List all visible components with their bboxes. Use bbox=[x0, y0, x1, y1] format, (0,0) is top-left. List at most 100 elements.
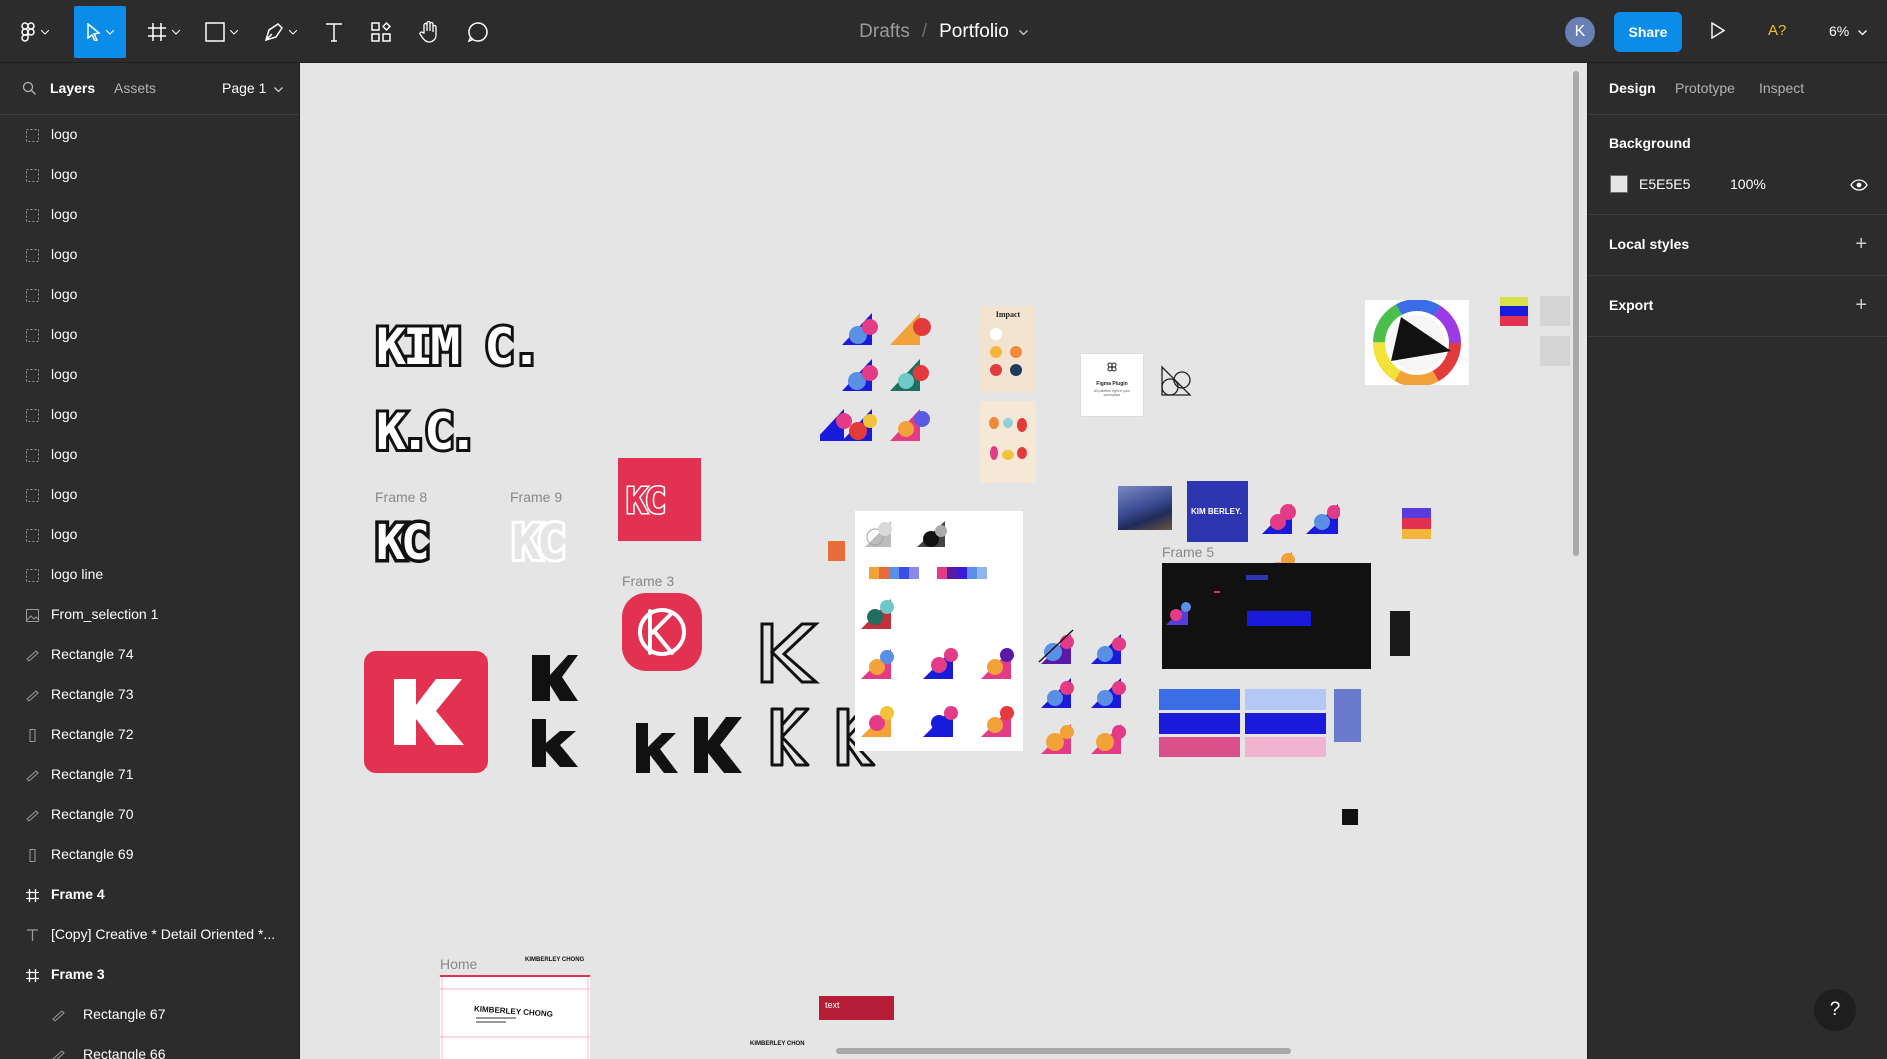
small-black-square[interactable] bbox=[1342, 809, 1358, 825]
logo-kc-dots[interactable]: K.C. bbox=[373, 398, 524, 468]
logo-kc-frame8[interactable]: KC bbox=[373, 512, 464, 575]
blob-palette-card[interactable] bbox=[980, 401, 1036, 483]
background-hex-input[interactable]: E5E5E5 bbox=[1639, 176, 1690, 192]
layer-row[interactable]: Rectangle 69 bbox=[0, 835, 299, 875]
text-tool-button[interactable] bbox=[318, 6, 350, 58]
impact-palette-card[interactable]: Impact bbox=[980, 306, 1036, 392]
chevron-down-icon[interactable] bbox=[1018, 25, 1028, 39]
layer-row[interactable]: logo line bbox=[0, 555, 299, 595]
file-name[interactable]: Portfolio bbox=[939, 21, 1009, 43]
layer-row[interactable]: Frame 4 bbox=[0, 875, 299, 915]
layer-row[interactable]: From_selection 1 bbox=[0, 595, 299, 635]
hand-tool-button[interactable] bbox=[413, 6, 445, 58]
frame-3-label[interactable]: Frame 3 bbox=[622, 573, 674, 589]
search-icon[interactable] bbox=[22, 81, 37, 101]
logo-kim-c[interactable]: KIM C. bbox=[373, 313, 584, 383]
tab-design[interactable]: Design bbox=[1609, 80, 1656, 96]
design-canvas[interactable]: KIM C. K.C. Frame 8 Frame 9 KC KC KC Fra bbox=[300, 63, 1587, 1059]
layer-row[interactable]: logo bbox=[0, 275, 299, 315]
swatch-blue-pale[interactable] bbox=[1245, 689, 1326, 710]
export-section[interactable]: Export + bbox=[1588, 276, 1887, 337]
user-avatar[interactable]: K bbox=[1565, 17, 1595, 47]
present-button[interactable] bbox=[1711, 21, 1726, 44]
palette-shape-icons-grid[interactable] bbox=[820, 303, 960, 453]
layer-row[interactable]: Rectangle 72 bbox=[0, 715, 299, 755]
logo-k-rounded-red[interactable] bbox=[622, 593, 702, 671]
layer-row[interactable]: Frame 3 bbox=[0, 955, 299, 995]
logo-kc-frame9[interactable]: KC bbox=[509, 512, 600, 574]
add-export-plus-icon[interactable]: + bbox=[1855, 295, 1867, 315]
swatch-blue-dark-2[interactable] bbox=[1245, 713, 1326, 734]
home-frame[interactable]: KIMBERLEY CHONG bbox=[440, 975, 590, 1059]
layer-row[interactable]: Rectangle 71 bbox=[0, 755, 299, 795]
flag-swatch-top[interactable] bbox=[1500, 297, 1528, 326]
flag-swatch-right[interactable] bbox=[1402, 508, 1431, 539]
layer-row[interactable]: Rectangle 66 bbox=[0, 1035, 299, 1059]
local-styles-section[interactable]: Local styles + bbox=[1588, 215, 1887, 276]
tab-prototype[interactable]: Prototype bbox=[1675, 80, 1735, 96]
frame-tool-button[interactable] bbox=[140, 6, 186, 58]
outline-shapes-logo[interactable] bbox=[1158, 363, 1194, 401]
background-color-swatch[interactable] bbox=[1610, 175, 1628, 193]
layer-row[interactable]: logo bbox=[0, 155, 299, 195]
layer-row[interactable]: logo bbox=[0, 235, 299, 275]
frame-5-label[interactable]: Frame 5 bbox=[1162, 544, 1214, 560]
missing-fonts-button[interactable]: A? bbox=[1768, 22, 1786, 39]
add-style-plus-icon[interactable]: + bbox=[1855, 234, 1867, 254]
layer-row[interactable]: [Copy] Creative * Detail Oriented *... bbox=[0, 915, 299, 955]
swatch-blue-light[interactable] bbox=[1159, 689, 1240, 710]
page-selector[interactable]: Page 1 bbox=[222, 80, 284, 96]
layer-row[interactable]: Rectangle 74 bbox=[0, 635, 299, 675]
layer-row[interactable]: logo bbox=[0, 395, 299, 435]
frame-9-label[interactable]: Frame 9 bbox=[510, 489, 562, 505]
resources-button[interactable] bbox=[365, 6, 397, 58]
layer-row[interactable]: logo bbox=[0, 315, 299, 355]
orange-square[interactable] bbox=[828, 541, 845, 561]
dark-bar-element[interactable] bbox=[1390, 611, 1410, 656]
main-menu-button[interactable] bbox=[14, 6, 54, 58]
fabric-photo[interactable] bbox=[1118, 486, 1172, 530]
swatch-periwinkle[interactable] bbox=[1334, 689, 1361, 742]
layer-row[interactable]: logo bbox=[0, 475, 299, 515]
figma-plugin-card[interactable]: Figma Plugin All palettes right in your … bbox=[1081, 354, 1143, 416]
share-button[interactable]: Share bbox=[1614, 12, 1682, 52]
palette-showcase-card[interactable] bbox=[855, 511, 1023, 751]
frame-5[interactable] bbox=[1162, 563, 1371, 669]
tab-inspect[interactable]: Inspect bbox=[1759, 80, 1804, 96]
horizontal-scrollbar[interactable] bbox=[836, 1048, 1291, 1054]
swatch-pink[interactable] bbox=[1159, 737, 1240, 757]
layer-row[interactable]: logo bbox=[0, 355, 299, 395]
layer-row[interactable]: logo bbox=[0, 515, 299, 555]
tab-assets[interactable]: Assets bbox=[114, 80, 156, 96]
placeholder-square-2[interactable] bbox=[1540, 336, 1570, 366]
swatch-blue-dark[interactable] bbox=[1159, 713, 1240, 734]
layer-row[interactable]: logo bbox=[0, 115, 299, 155]
shape-tool-button[interactable] bbox=[199, 6, 243, 58]
swatch-pink-pale[interactable] bbox=[1245, 737, 1326, 757]
logo-k-outline[interactable] bbox=[758, 620, 820, 686]
layer-row[interactable]: Rectangle 70 bbox=[0, 795, 299, 835]
pen-tool-button[interactable] bbox=[258, 6, 302, 58]
layer-row[interactable]: Rectangle 73 bbox=[0, 675, 299, 715]
kim-berley-card[interactable]: KIM BERLEY. bbox=[1187, 481, 1248, 542]
layer-row[interactable]: logo bbox=[0, 195, 299, 235]
bottom-logo-text[interactable]: KIMBERLEY CHON bbox=[750, 1041, 805, 1047]
background-opacity-input[interactable]: 100% bbox=[1730, 176, 1766, 192]
move-tool-button[interactable] bbox=[74, 6, 126, 58]
breadcrumb-drafts[interactable]: Drafts bbox=[859, 21, 910, 43]
frame-8-label[interactable]: Frame 8 bbox=[375, 489, 427, 505]
placeholder-square-1[interactable] bbox=[1540, 296, 1570, 326]
visibility-eye-icon[interactable] bbox=[1850, 178, 1868, 196]
help-button[interactable]: ? bbox=[1814, 989, 1856, 1031]
logo-kc-red-square[interactable]: KC bbox=[618, 458, 701, 541]
logo-k-red-app-icon[interactable] bbox=[364, 651, 488, 773]
zoom-dropdown[interactable]: 6% bbox=[1829, 23, 1868, 39]
logo-k-black-stack[interactable] bbox=[530, 653, 590, 773]
vertical-scrollbar[interactable] bbox=[1573, 71, 1579, 556]
home-frame-label[interactable]: Home bbox=[440, 956, 477, 972]
tab-layers[interactable]: Layers bbox=[50, 80, 95, 96]
red-text-label[interactable]: text bbox=[819, 996, 894, 1020]
comment-tool-button[interactable] bbox=[462, 6, 494, 58]
palette-icons-column[interactable] bbox=[1035, 628, 1135, 763]
color-wheel-card[interactable] bbox=[1365, 299, 1469, 387]
